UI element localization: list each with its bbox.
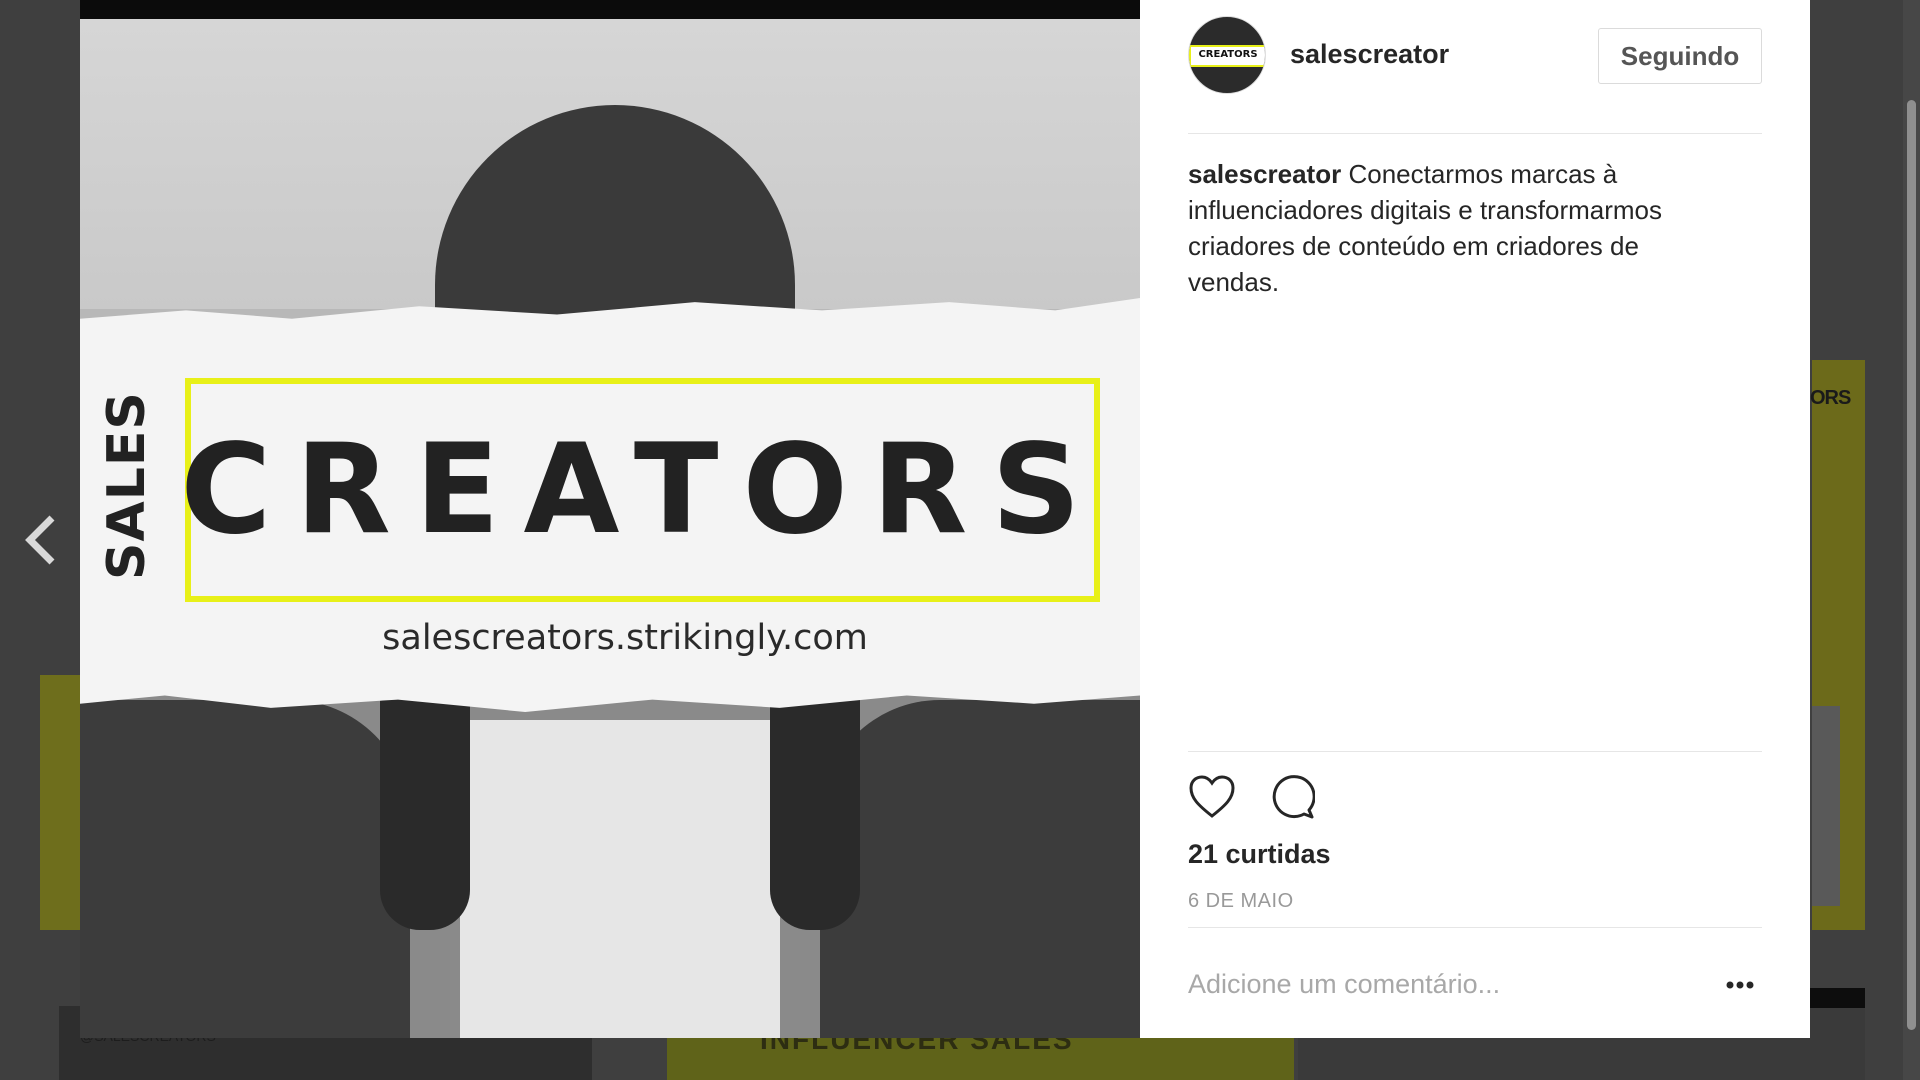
avatar[interactable]: CREATORS: [1188, 16, 1266, 94]
more-options-button[interactable]: [1720, 970, 1760, 1000]
like-button[interactable]: [1188, 774, 1236, 820]
brand-word: CREATORS: [180, 418, 1105, 562]
heart-icon: [1189, 775, 1235, 818]
page-scrollbar[interactable]: [1903, 0, 1920, 1080]
comment-button[interactable]: [1269, 774, 1316, 820]
comment-input[interactable]: [1188, 962, 1688, 1006]
post-caption: salescreator Conectarmos marcas à influe…: [1188, 156, 1708, 300]
post-date: 6 DE MAIO: [1188, 890, 1294, 912]
avatar-logo-text: CREATORS: [1198, 49, 1258, 60]
likes-count[interactable]: 21 curtidas: [1188, 839, 1331, 870]
divider: [1188, 927, 1762, 928]
scrollbar-thumb[interactable]: [1907, 100, 1916, 1030]
background-tile: [1812, 706, 1840, 906]
caption-username[interactable]: salescreator: [1188, 159, 1341, 189]
following-button[interactable]: Seguindo: [1598, 28, 1762, 84]
background-tile-text: ORS: [1810, 387, 1851, 409]
divider: [1188, 751, 1762, 752]
comment-bubble-icon: [1272, 775, 1316, 819]
background-tile: [40, 675, 82, 930]
brand-box: CREATORS: [180, 378, 1105, 602]
post-modal: SALES CREATORS salescreators.strikingly.…: [80, 0, 1810, 1038]
post-header: CREATORS salescreator Seguindo: [1188, 0, 1762, 134]
chevron-left-icon: [25, 515, 55, 565]
username-link[interactable]: salescreator: [1290, 39, 1449, 70]
previous-post-button[interactable]: [20, 512, 60, 568]
brand-url: salescreators.strikingly.com: [382, 618, 868, 658]
post-sidebar: CREATORS salescreator Seguindo salescrea…: [1140, 0, 1810, 1038]
post-image: SALES CREATORS salescreators.strikingly.…: [80, 0, 1140, 1038]
more-options-icon: [1726, 981, 1754, 989]
brand-side-word: SALES: [97, 391, 157, 580]
